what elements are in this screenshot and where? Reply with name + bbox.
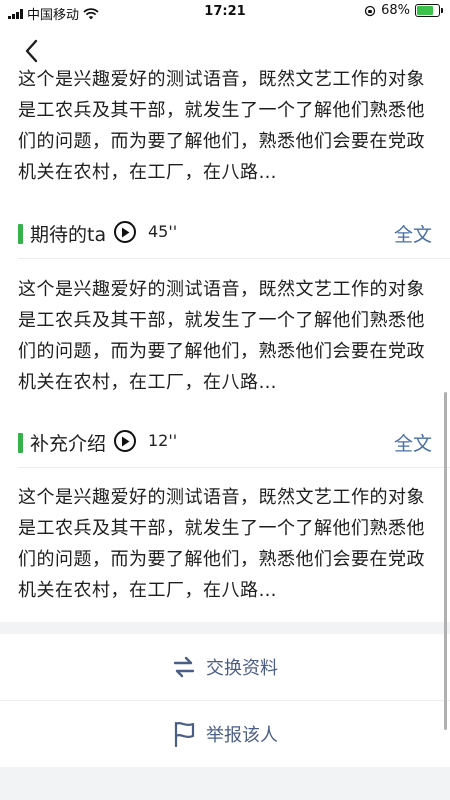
section-title: 期待的ta (30, 224, 107, 246)
scrollbar[interactable] (444, 392, 447, 730)
section-marker (18, 433, 23, 453)
flag-icon (174, 721, 195, 747)
section-header-expect: 期待的ta 45'' 全文 (0, 210, 450, 258)
status-right: 68% (364, 3, 443, 18)
exchange-info-button[interactable]: 交换资料 (0, 634, 450, 700)
divider (18, 258, 450, 259)
audio-duration: 45'' (148, 222, 178, 241)
chevron-left-icon (25, 39, 38, 63)
status-bar: 中国移动 17:21 68% (0, 0, 450, 26)
section-separator (0, 622, 450, 634)
swap-arrows-icon (173, 656, 195, 678)
battery-icon (415, 4, 443, 17)
orientation-lock-icon (364, 5, 376, 16)
play-icon (122, 227, 130, 237)
report-user-label: 举报该人 (206, 725, 278, 746)
bottom-safe-area (0, 767, 450, 800)
report-user-button[interactable]: 举报该人 (0, 701, 450, 767)
play-button[interactable] (114, 221, 136, 243)
intro-detail-text: 这个是兴趣爱好的测试语音，既然文艺工作的对象是工农兵及其干部，就发生了一个了解他… (18, 487, 425, 601)
divider (18, 467, 450, 468)
expect-text: 这个是兴趣爱好的测试语音，既然文艺工作的对象是工农兵及其干部，就发生了一个了解他… (18, 279, 425, 393)
section-title: 补充介绍 (30, 433, 107, 455)
section-header-intro: 补充介绍 12'' 全文 (0, 419, 450, 467)
intro-text: 这个是兴趣爱好的测试语音，既然文艺工作的对象是工农兵及其干部，就发生了一个了解他… (18, 69, 425, 183)
section-marker (18, 224, 23, 244)
audio-duration: 12'' (148, 431, 178, 450)
full-text-link[interactable]: 全文 (394, 220, 432, 247)
full-text-link[interactable]: 全文 (394, 429, 432, 456)
play-button[interactable] (114, 430, 136, 452)
play-icon (122, 436, 130, 446)
battery-percent: 68% (381, 3, 410, 18)
exchange-info-label: 交换资料 (206, 658, 278, 679)
back-button[interactable] (18, 36, 44, 66)
